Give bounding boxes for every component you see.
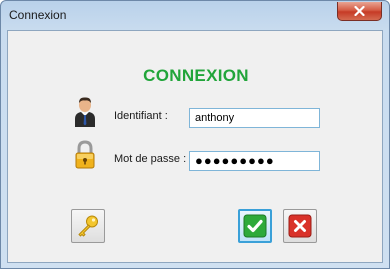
page-title: CONNEXION [143,66,249,85]
username-field[interactable]: anthony [189,108,320,128]
password-field[interactable]: ●●●●●●●●● [189,151,320,171]
checkmark-icon [243,214,267,238]
close-button[interactable] [337,2,382,21]
login-dialog: Connexion CONNEXION Identifiant : anthon… [0,0,390,269]
dialog-body: CONNEXION Identifiant : anthony Mot de p… [7,30,383,263]
key-icon [78,215,98,237]
close-icon [354,6,365,16]
ok-button[interactable] [238,209,272,243]
password-label: Mot de passe : [114,153,187,165]
window-title: Connexion [9,8,67,22]
user-icon [74,97,96,127]
title-bar[interactable]: Connexion [1,1,389,31]
cancel-button[interactable] [283,209,317,243]
key-button[interactable] [71,209,105,243]
padlock-icon [74,140,96,170]
username-label: Identifiant : [114,110,168,122]
x-icon [288,214,312,238]
